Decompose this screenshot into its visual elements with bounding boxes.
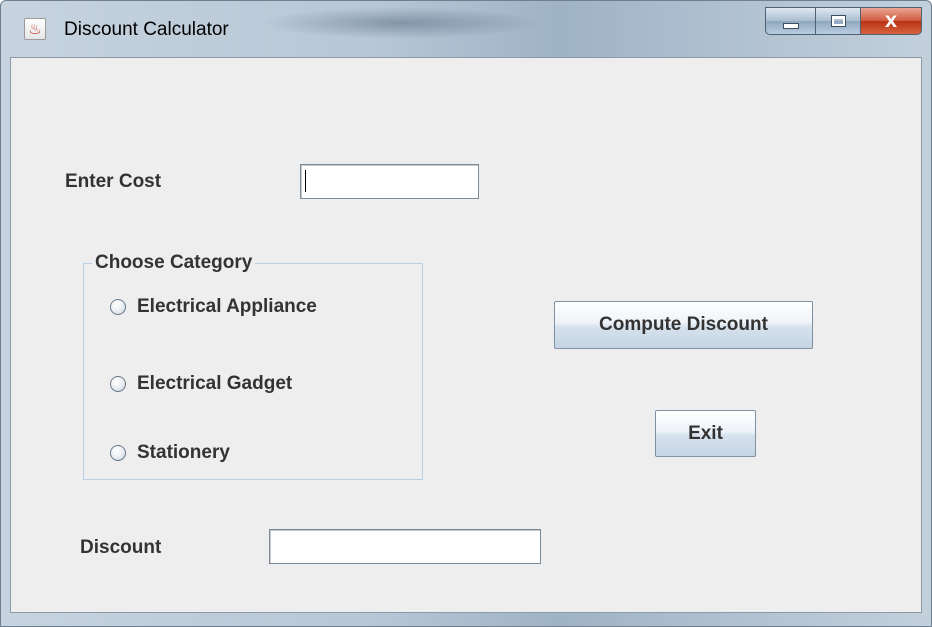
enter-cost-label: Enter Cost <box>65 171 162 192</box>
java-icon[interactable]: ♨ <box>24 18 46 40</box>
title-bar[interactable]: ♨ Discount Calculator X <box>1 1 931 56</box>
category-group-title: Choose Category <box>92 252 256 274</box>
exit-button[interactable]: Exit <box>655 410 756 457</box>
window-title: Discount Calculator <box>64 19 229 40</box>
cost-input[interactable] <box>300 164 479 199</box>
radio-button-icon[interactable] <box>110 376 126 392</box>
close-icon: X <box>884 11 898 31</box>
radio-stationery[interactable]: Stationery <box>110 442 230 464</box>
maximize-icon <box>830 15 846 27</box>
radio-button-icon[interactable] <box>110 299 126 315</box>
maximize-button[interactable] <box>815 7 861 35</box>
content-panel: Enter Cost Choose Category Electrical Ap… <box>10 57 922 613</box>
compute-discount-button[interactable]: Compute Discount <box>554 301 813 349</box>
radio-electrical-gadget[interactable]: Electrical Gadget <box>110 373 292 395</box>
radio-button-icon[interactable] <box>110 445 126 461</box>
close-button[interactable]: X <box>860 7 922 35</box>
radio-label-stationery: Stationery <box>137 442 230 463</box>
radio-label-electrical-gadget: Electrical Gadget <box>137 373 293 394</box>
title-bar-glow <box>261 7 541 39</box>
minimize-icon <box>782 23 799 29</box>
category-group: Choose Category Electrical Appliance Ele… <box>83 252 423 480</box>
radio-electrical-appliance[interactable]: Electrical Appliance <box>110 296 317 318</box>
discount-output-field[interactable] <box>269 529 541 564</box>
app-window: ♨ Discount Calculator X Enter Cost Choos… <box>0 0 932 627</box>
radio-label-electrical-appliance: Electrical Appliance <box>137 296 317 317</box>
discount-label: Discount <box>80 537 162 558</box>
text-caret <box>305 170 306 192</box>
minimize-button[interactable] <box>765 7 816 35</box>
